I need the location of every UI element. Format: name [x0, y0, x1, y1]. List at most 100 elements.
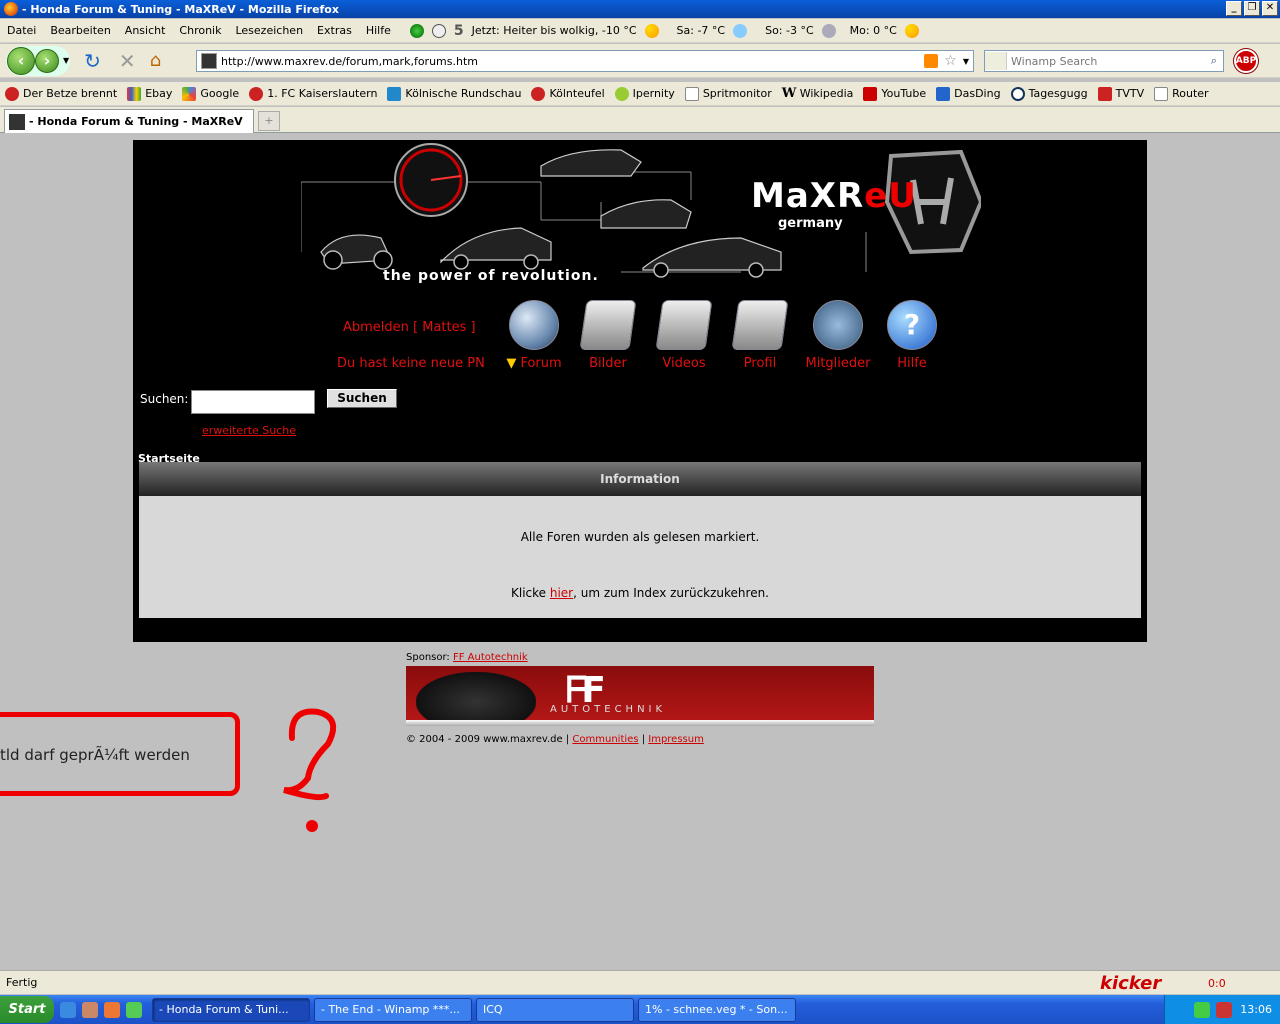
clock-icon[interactable]: [431, 23, 446, 38]
home-icon[interactable]: ⌂: [150, 50, 161, 71]
bookmark-item[interactable]: Ipernity: [610, 86, 680, 101]
window-title: - Honda Forum & Tuning - MaXReV - Mozill…: [22, 2, 339, 16]
firefox-icon: [4, 2, 18, 16]
site-favicon: [9, 113, 25, 130]
history-dropdown-icon[interactable]: ▼: [63, 56, 69, 65]
cloud-icon: [821, 23, 836, 38]
weather-mo[interactable]: Mo: 0 °C: [850, 24, 897, 37]
weather-so[interactable]: So: -3 °C: [765, 24, 814, 37]
search-box[interactable]: Winamp Search ⌕: [984, 50, 1224, 72]
bookmark-item[interactable]: Kölnische Rundschau: [382, 86, 526, 101]
bookmark-item[interactable]: 1. FC Kaiserslautern: [244, 86, 382, 101]
nav-videos[interactable]: Videos: [649, 300, 719, 371]
search-input[interactable]: Winamp Search: [1007, 55, 1211, 68]
url-dropdown-icon[interactable]: ▼: [963, 57, 969, 66]
task-sound[interactable]: 1% - schnee.veg * - Son...: [638, 997, 796, 1022]
start-button[interactable]: Start: [0, 996, 54, 1023]
quicklaunch-ie-icon[interactable]: [60, 1001, 76, 1018]
nav-hilfe[interactable]: ? Hilfe: [877, 300, 947, 371]
bookmark-item[interactable]: TVTV: [1093, 86, 1150, 101]
members-icon: [813, 300, 863, 350]
quicklaunch-firefox-icon[interactable]: [104, 1001, 120, 1018]
task-winamp[interactable]: - The End - Winamp ***...: [314, 997, 472, 1022]
bookmark-item[interactable]: Google: [177, 86, 244, 101]
info-body: Alle Foren wurden als gelesen markiert. …: [139, 496, 1141, 618]
reload-icon[interactable]: ↻: [84, 49, 101, 73]
url-text[interactable]: http://www.maxrev.de/forum,mark,forums.h…: [221, 55, 924, 68]
bookmark-item[interactable]: YouTube: [858, 86, 931, 101]
forward-button[interactable]: ›: [35, 48, 59, 73]
kicker-logo[interactable]: kicker: [1100, 973, 1161, 994]
tab-active[interactable]: - Honda Forum & Tuning - MaXReV: [4, 109, 254, 133]
weather-toolbar: 5 Jetzt: Heiter bis wolkig, -10 °C Sa: -…: [406, 23, 923, 39]
adblock-icon[interactable]: ABP: [1234, 49, 1258, 73]
rundschau-icon: [387, 86, 402, 101]
logout-link[interactable]: Abmelden [ Mattes ]: [343, 320, 476, 335]
nav-profil[interactable]: Profil: [725, 300, 795, 371]
status-green-icon[interactable]: [409, 23, 424, 38]
impressum-link[interactable]: Impressum: [648, 734, 704, 745]
sponsor-link[interactable]: FF Autotechnik: [453, 652, 528, 663]
ipernity-icon: [614, 86, 629, 101]
minimize-button[interactable]: _: [1226, 1, 1242, 16]
nav-bilder[interactable]: Bilder: [573, 300, 643, 371]
bookmark-item[interactable]: W Wikipedia: [777, 86, 859, 101]
score-text[interactable]: 0:0: [1208, 977, 1226, 990]
sponsor-banner[interactable]: ᖴF AUTOTECHNIK: [406, 666, 874, 726]
back-link[interactable]: hier: [550, 586, 573, 600]
pm-status[interactable]: Du hast keine neue PN: [337, 356, 485, 371]
menu-hilfe[interactable]: Hilfe: [359, 24, 398, 37]
koelnteufel-icon: [531, 86, 546, 101]
maximize-button[interactable]: ❐: [1244, 1, 1260, 16]
star-icon[interactable]: ☆: [944, 53, 957, 69]
bookmark-item[interactable]: Kölnteufel: [526, 86, 609, 101]
quicklaunch-icon[interactable]: [126, 1001, 142, 1018]
bookmark-item[interactable]: Router: [1149, 86, 1213, 101]
bookmark-icon: [5, 86, 19, 101]
task-firefox[interactable]: - Honda Forum & Tuni...: [152, 997, 310, 1022]
menu-ansicht[interactable]: Ansicht: [118, 24, 173, 37]
url-bar[interactable]: http://www.maxrev.de/forum,mark,forums.h…: [196, 50, 974, 72]
communities-link[interactable]: Communities: [572, 734, 638, 745]
menu-lesezeichen[interactable]: Lesezeichen: [228, 24, 310, 37]
info-message: Alle Foren wurden als gelesen markiert.: [520, 530, 760, 544]
extended-search-link[interactable]: erweiterte Suche: [202, 424, 296, 437]
tray-antivirus-icon[interactable]: [1216, 1001, 1233, 1018]
navigation-toolbar: ‹ › ▼ ↻ ✕ ⌂ http://www.maxrev.de/forum,m…: [0, 44, 1280, 78]
rss-icon[interactable]: [924, 54, 939, 68]
menu-bearbeiten[interactable]: Bearbeiten: [43, 24, 117, 37]
search-engine-icon[interactable]: [985, 52, 1007, 70]
bookmark-item[interactable]: Ebay: [122, 86, 177, 101]
search-icon[interactable]: ⌕: [1211, 54, 1217, 68]
back-button[interactable]: ‹: [7, 46, 35, 75]
bookmark-item[interactable]: Tagesgugg: [1006, 86, 1093, 101]
car-image: [416, 672, 536, 722]
sun-cloud-icon: [644, 23, 659, 38]
weather-now[interactable]: Jetzt: Heiter bis wolkig, -10 °C: [472, 24, 637, 37]
search-button[interactable]: Suchen: [327, 389, 397, 408]
nav-mitglieder[interactable]: Mitglieder: [803, 300, 873, 371]
menu-extras[interactable]: Extras: [310, 24, 359, 37]
clock[interactable]: 13:06: [1240, 1003, 1272, 1016]
forum-search-input[interactable]: [191, 390, 315, 414]
quicklaunch-icon[interactable]: [82, 1001, 98, 1018]
nav-forum[interactable]: ▼ Forum: [499, 300, 569, 371]
bookmarks-toolbar: Der Betze brennt Ebay Google 1. FC Kaise…: [0, 82, 1280, 106]
ebay-icon: [127, 86, 142, 101]
bookmark-item[interactable]: Spritmonitor: [680, 86, 777, 101]
stop-icon[interactable]: ✕: [119, 49, 136, 73]
sponsor-line: Sponsor: FF Autotechnik: [406, 652, 528, 663]
menu-bar: Datei Bearbeiten Ansicht Chronik Lesezei…: [0, 19, 1280, 43]
forum-container: MaXReU germany the power of revolution. …: [133, 140, 1147, 642]
new-tab-button[interactable]: +: [258, 111, 280, 131]
close-button[interactable]: ✕: [1262, 1, 1278, 16]
bookmark-item[interactable]: DasDing: [931, 86, 1005, 101]
weather-count: 5: [453, 22, 464, 39]
tray-icq-icon[interactable]: [1194, 1001, 1211, 1018]
menu-chronik[interactable]: Chronik: [172, 24, 228, 37]
menu-datei[interactable]: Datei: [0, 24, 43, 37]
weather-sa[interactable]: Sa: -7 °C: [677, 24, 726, 37]
bookmark-item[interactable]: Der Betze brennt: [0, 86, 122, 101]
task-icq[interactable]: ICQ: [476, 997, 634, 1022]
status-text: Fertig: [6, 976, 38, 989]
